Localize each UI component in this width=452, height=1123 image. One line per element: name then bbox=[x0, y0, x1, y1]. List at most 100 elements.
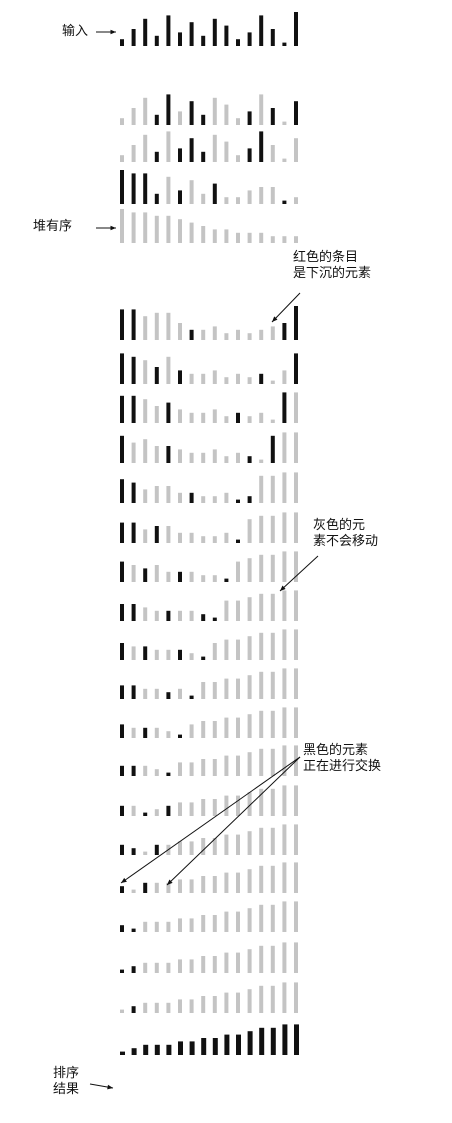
bar bbox=[212, 496, 217, 503]
bar bbox=[247, 949, 252, 973]
bar bbox=[224, 755, 229, 776]
bar bbox=[143, 489, 148, 503]
bar bbox=[282, 236, 287, 243]
bar bbox=[189, 1041, 195, 1055]
bar bbox=[212, 956, 217, 973]
bar bbox=[166, 649, 171, 660]
bar bbox=[236, 412, 240, 423]
bar bbox=[189, 180, 194, 204]
bar bbox=[236, 232, 240, 243]
bar bbox=[259, 515, 264, 543]
bar bbox=[131, 29, 136, 46]
bar bbox=[178, 409, 182, 423]
bar-row-18 bbox=[120, 824, 298, 855]
bar bbox=[259, 412, 264, 423]
bar bbox=[282, 785, 287, 816]
bar bbox=[143, 134, 148, 162]
bar bbox=[131, 522, 136, 543]
bar bbox=[131, 604, 136, 621]
bar bbox=[282, 590, 287, 621]
bar bbox=[120, 118, 124, 125]
bar bbox=[236, 452, 240, 463]
bar-row-11 bbox=[120, 551, 298, 582]
bar bbox=[294, 512, 298, 543]
bar bbox=[131, 646, 136, 660]
bar bbox=[189, 101, 194, 125]
bar bbox=[166, 610, 171, 621]
bar bbox=[270, 827, 275, 855]
bar bbox=[131, 395, 136, 423]
label-gray-static-line2: 素不会移动 bbox=[313, 534, 379, 549]
bar bbox=[224, 872, 229, 893]
bar bbox=[236, 600, 240, 621]
bar bbox=[224, 104, 229, 125]
bar bbox=[154, 649, 159, 660]
bar bbox=[189, 802, 194, 816]
bar bbox=[247, 636, 252, 660]
bar bbox=[143, 812, 148, 816]
bar-rows bbox=[89, 12, 319, 1090]
bar bbox=[120, 155, 124, 162]
bar bbox=[154, 215, 159, 243]
bar bbox=[120, 395, 124, 423]
bar bbox=[282, 432, 287, 463]
bar bbox=[201, 575, 206, 582]
bar bbox=[178, 918, 182, 932]
bar bbox=[131, 482, 136, 503]
bar bbox=[212, 326, 217, 340]
bar bbox=[247, 377, 252, 384]
arrow-black-swap-2-icon bbox=[166, 756, 301, 886]
bar bbox=[131, 727, 136, 738]
bar bbox=[143, 882, 148, 893]
bar bbox=[270, 475, 275, 503]
bar bbox=[201, 373, 206, 384]
bar bbox=[154, 114, 159, 125]
bar bbox=[131, 108, 136, 125]
bar bbox=[178, 32, 182, 46]
bar bbox=[212, 97, 217, 125]
bar bbox=[294, 138, 298, 162]
bar bbox=[143, 212, 148, 243]
bar bbox=[224, 717, 229, 738]
bar bbox=[143, 399, 148, 423]
bar bbox=[282, 158, 287, 162]
bar bbox=[166, 356, 171, 384]
bar bbox=[247, 675, 252, 699]
bar bbox=[224, 678, 229, 699]
bar bbox=[224, 795, 229, 816]
bar bbox=[224, 532, 229, 543]
bar bbox=[143, 568, 148, 582]
label-black-swap: 黑色的元素 正在进行交换 bbox=[303, 743, 381, 775]
bar bbox=[189, 532, 194, 543]
bar bbox=[166, 962, 171, 973]
bar bbox=[201, 614, 206, 621]
bar bbox=[166, 446, 171, 463]
label-heap-ordered-text: 堆有序 bbox=[33, 219, 73, 234]
bar bbox=[178, 492, 182, 503]
bar bbox=[189, 959, 194, 973]
bar bbox=[201, 35, 206, 46]
bar bbox=[270, 187, 275, 204]
bar bbox=[236, 911, 240, 932]
bar bbox=[154, 367, 159, 384]
bar bbox=[178, 841, 182, 855]
bar bbox=[131, 765, 136, 776]
bar bbox=[270, 236, 275, 243]
bar bbox=[166, 921, 171, 932]
bar bbox=[212, 799, 217, 816]
bar bbox=[166, 486, 171, 503]
bar bbox=[236, 155, 240, 162]
bar bbox=[282, 862, 287, 893]
bar bbox=[259, 232, 264, 243]
bar bbox=[270, 108, 275, 125]
label-gray-static: 灰色的元 素不会移动 bbox=[313, 518, 378, 550]
bar bbox=[224, 377, 229, 384]
bar bbox=[259, 865, 264, 893]
bar bbox=[154, 809, 159, 816]
bar bbox=[259, 671, 264, 699]
bar-row-19 bbox=[120, 862, 298, 893]
bar bbox=[224, 141, 229, 162]
bar bbox=[201, 329, 206, 340]
bar bbox=[154, 688, 159, 699]
bar bbox=[120, 309, 124, 340]
